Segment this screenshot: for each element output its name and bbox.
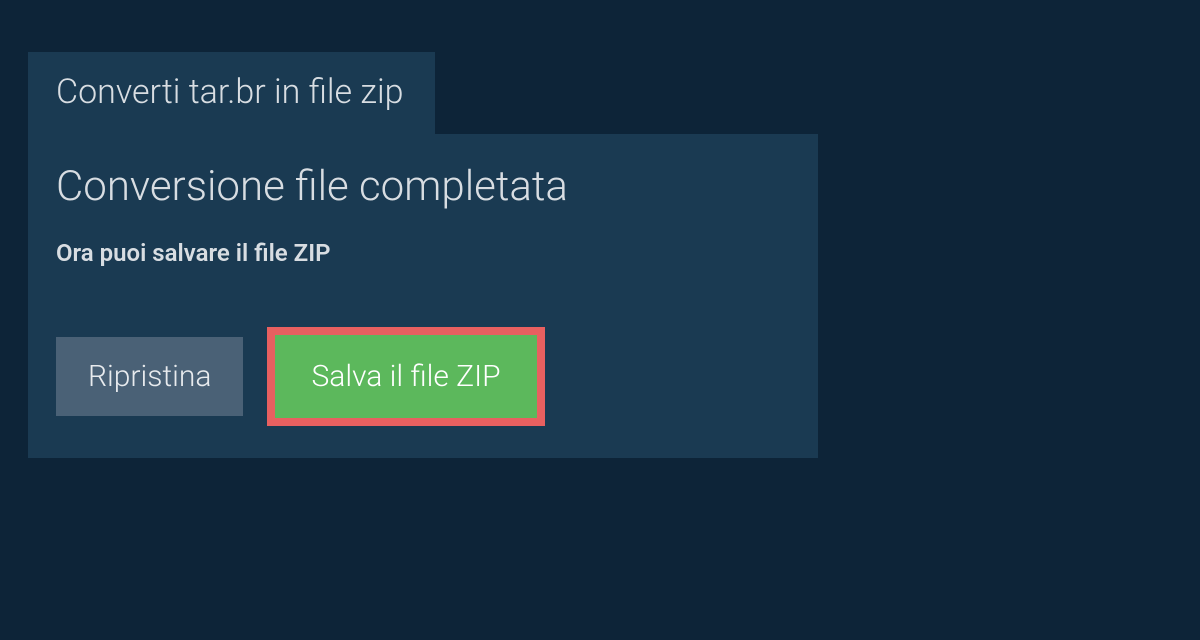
- dialog-subtitle: Ora puoi salvare il file ZIP: [56, 239, 790, 267]
- reset-button[interactable]: Ripristina: [56, 337, 243, 416]
- button-row: Ripristina Salva il file ZIP: [56, 327, 790, 426]
- dialog-panel: Conversione file completata Ora puoi sal…: [28, 134, 818, 458]
- tab-label: Converti tar.br in file zip: [56, 72, 403, 112]
- conversion-dialog: Converti tar.br in file zip Conversione …: [28, 52, 818, 458]
- save-button-highlight: Salva il file ZIP: [267, 327, 544, 426]
- save-zip-button[interactable]: Salva il file ZIP: [275, 335, 536, 418]
- dialog-title: Conversione file completata: [56, 162, 790, 211]
- dialog-tab: Converti tar.br in file zip: [28, 52, 435, 134]
